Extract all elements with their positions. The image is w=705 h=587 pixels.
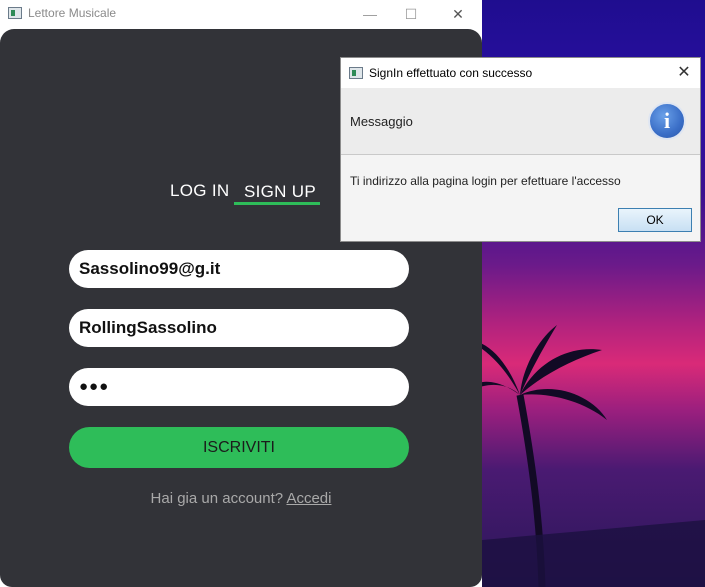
email-field[interactable]: Sassolino99@g.it xyxy=(69,250,409,288)
minimize-button[interactable]: — xyxy=(356,4,384,24)
dialog-app-icon xyxy=(349,67,363,79)
ok-button[interactable]: OK xyxy=(618,208,692,232)
success-dialog: SignIn effettuato con successo ✕ Messagg… xyxy=(340,57,701,242)
window-title: Lettore Musicale xyxy=(28,6,117,20)
login-link[interactable]: Accedi xyxy=(286,490,331,507)
dialog-header-text: Messaggio xyxy=(350,114,413,129)
account-question: Hai gia un account? xyxy=(150,490,284,507)
active-tab-indicator xyxy=(234,202,320,205)
dialog-close-button[interactable]: ✕ xyxy=(674,62,694,82)
close-button[interactable]: ✕ xyxy=(444,4,472,24)
dialog-header: Messaggio i xyxy=(341,88,700,155)
dialog-titlebar: SignIn effettuato con successo ✕ xyxy=(341,58,700,88)
tab-signup[interactable]: SIGN UP xyxy=(244,182,316,202)
signup-button[interactable]: ISCRIVITI xyxy=(69,427,409,468)
window-titlebar: Lettore Musicale — ☐ ✕ xyxy=(0,0,482,28)
account-prompt: Hai gia un account? Accedi xyxy=(0,490,482,507)
maximize-button[interactable]: ☐ xyxy=(397,4,425,24)
info-icon: i xyxy=(648,102,686,140)
dialog-message: Ti indirizzo alla pagina login per efett… xyxy=(350,174,621,188)
dialog-title: SignIn effettuato con successo xyxy=(369,66,533,80)
app-icon xyxy=(8,7,22,19)
username-field[interactable]: RollingSassolino xyxy=(69,309,409,347)
tab-login[interactable]: LOG IN xyxy=(170,181,229,201)
password-field[interactable]: ●●● xyxy=(69,368,409,406)
